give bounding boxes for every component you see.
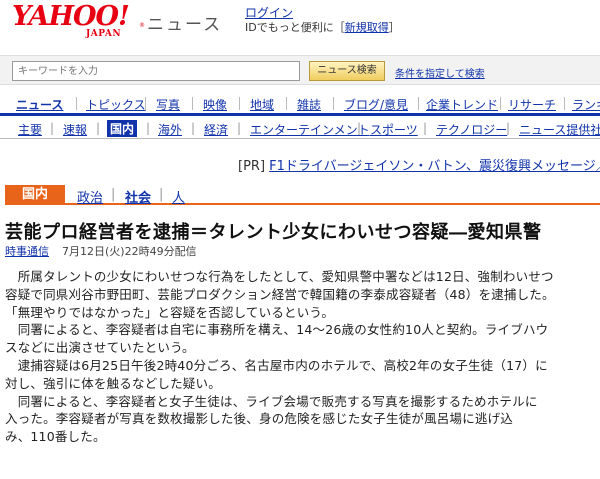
advanced-search-link[interactable]: 条件を指定して検索 xyxy=(395,65,485,80)
yahoo-japan-logo[interactable]: YAHOO! JAPAN ® xyxy=(12,1,145,42)
article-line: 「無理やりではなかった」と容疑を否認しているという。 xyxy=(5,304,335,320)
category-bar: 国内 政治 | 社会 | 人 xyxy=(5,185,600,206)
logo-trademark: ® xyxy=(139,22,145,29)
main-nav-news[interactable]: ニュース xyxy=(16,96,63,113)
nav-separator xyxy=(333,97,334,110)
article-timestamp: 7月12日(火)22時49分配信 xyxy=(62,245,197,258)
nav-separator xyxy=(500,97,501,110)
sub-nav-world[interactable]: 海外 xyxy=(158,121,182,138)
header: YAHOO! JAPAN ® ニュース ログイン IDでもっと便利に［新規取得］ xyxy=(0,0,600,50)
category-separator: | xyxy=(111,187,116,202)
id-promo-suffix: ］ xyxy=(388,21,400,34)
article-line: 容疑で同県刈谷市野田町、芸能プロダクション経営で韓国籍の李泰成容疑者（48）を逮… xyxy=(5,286,555,302)
search-bar: ニュース検索 条件を指定して検索 xyxy=(0,55,600,85)
main-nav-blog[interactable]: ブログ/意見 xyxy=(344,96,408,113)
search-input[interactable] xyxy=(12,61,300,81)
logo-sub: JAPAN xyxy=(86,29,122,39)
main-nav: ニュース トピックス 写真 映像 地域 雑誌 ブログ/意見 企業トレンド リサー… xyxy=(0,92,600,116)
main-nav-research[interactable]: リサーチ xyxy=(508,96,556,113)
sub-nav-economy[interactable]: 経済 xyxy=(204,121,228,138)
article-line: 対し、強引に体を触るなどした疑い。 xyxy=(5,375,221,391)
logo-text: YAHOO! xyxy=(12,1,130,32)
pr-label: [PR] xyxy=(238,159,266,174)
article-line: 同署によると、李容疑者は自宅に事務所を構え、14～26歳の女性約10人と契約。ラ… xyxy=(5,322,549,338)
nav-separator xyxy=(76,97,77,110)
pr-banner: [PR] F1ドライバージェイソン・バトン、震災復興メッセージ／ xyxy=(238,155,600,174)
article-body: 所属タレントの少女にわいせつな行為をしたとして、愛知県警中署などは12日、強制わ… xyxy=(5,266,597,444)
nav-separator xyxy=(145,97,146,110)
article-headline: 芸能プロ経営者を逮捕＝タレント少女にわいせつ容疑―愛知県警 xyxy=(5,222,542,243)
pr-link[interactable]: F1ドライバージェイソン・バトン、震災復興メッセージ／ xyxy=(269,159,600,174)
id-promo: IDでもっと便利に［新規取得］ xyxy=(245,19,400,35)
nav-separator xyxy=(239,97,240,110)
sub-nav-breaking[interactable]: 速報 xyxy=(63,121,87,138)
sub-nav-separator: | xyxy=(357,121,362,135)
sub-nav-providers[interactable]: ニュース提供社 xyxy=(519,121,600,138)
service-name: ニュース xyxy=(147,15,223,35)
main-nav-local[interactable]: 地域 xyxy=(250,96,274,113)
sub-nav-separator: | xyxy=(96,121,101,135)
nav-separator xyxy=(286,97,287,110)
sub-nav-main[interactable]: 主要 xyxy=(18,121,42,138)
sub-nav-separator: | xyxy=(423,121,428,135)
article-line: み、110番した。 xyxy=(5,429,106,444)
article-line: 同署によると、李容疑者と女子生徒は、ライブ会場で販売する写真を撮影するためホテル… xyxy=(5,393,538,409)
nav-separator xyxy=(192,97,193,110)
article-line: スなどに出演させていたという。 xyxy=(5,340,195,355)
article-source-link[interactable]: 時事通信 xyxy=(5,243,49,259)
sub-nav-separator: | xyxy=(50,121,55,135)
main-nav-topics[interactable]: トピックス xyxy=(86,96,146,113)
category-people[interactable]: 人 xyxy=(172,187,185,206)
news-search-button[interactable]: ニュース検索 xyxy=(309,61,385,81)
sub-nav-technology[interactable]: テクノロジー xyxy=(436,121,507,138)
main-nav-magazine[interactable]: 雑誌 xyxy=(297,96,321,113)
category-society[interactable]: 社会 xyxy=(125,187,151,206)
category-politics[interactable]: 政治 xyxy=(77,187,103,206)
article-line: 所属タレントの少女にわいせつな行為をしたとして、愛知県警中署などは12日、強制わ… xyxy=(5,269,554,284)
category-separator: | xyxy=(159,187,164,202)
category-tab-domestic: 国内 xyxy=(5,185,65,205)
sub-nav-separator: | xyxy=(506,121,511,135)
sub-nav-sports[interactable]: スポーツ xyxy=(370,121,418,138)
main-nav-ranking[interactable]: ランキング xyxy=(572,96,600,113)
id-promo-prefix: IDでもっと便利に［ xyxy=(245,21,345,34)
nav-separator xyxy=(564,97,565,110)
sub-nav-separator: | xyxy=(191,121,196,135)
article-line: 逮捕容疑は6月25日午後2時40分ごろ、名古屋市内のホテルで、高校2年の女子生徒… xyxy=(5,357,548,373)
signup-link[interactable]: 新規取得 xyxy=(345,21,389,34)
sub-nav-domestic[interactable]: 国内 xyxy=(107,120,138,137)
main-nav-video[interactable]: 映像 xyxy=(203,96,227,113)
article-line: 入った。李容疑者が写真を数枚撮影した後、身の危険を感じた女子生徒が風呂場に逃げ込 xyxy=(5,411,514,427)
nav-separator xyxy=(418,97,419,110)
sub-nav-separator: | xyxy=(237,121,242,135)
main-nav-photo[interactable]: 写真 xyxy=(156,96,180,113)
sub-nav-separator: | xyxy=(146,121,151,135)
sub-nav: 主要 | 速報 | 国内 | 海外 | 経済 | エンターテインメント | スポ… xyxy=(0,119,600,139)
sub-nav-entertainment[interactable]: エンターテインメント xyxy=(250,121,370,138)
main-nav-company-trend[interactable]: 企業トレンド xyxy=(426,96,498,113)
